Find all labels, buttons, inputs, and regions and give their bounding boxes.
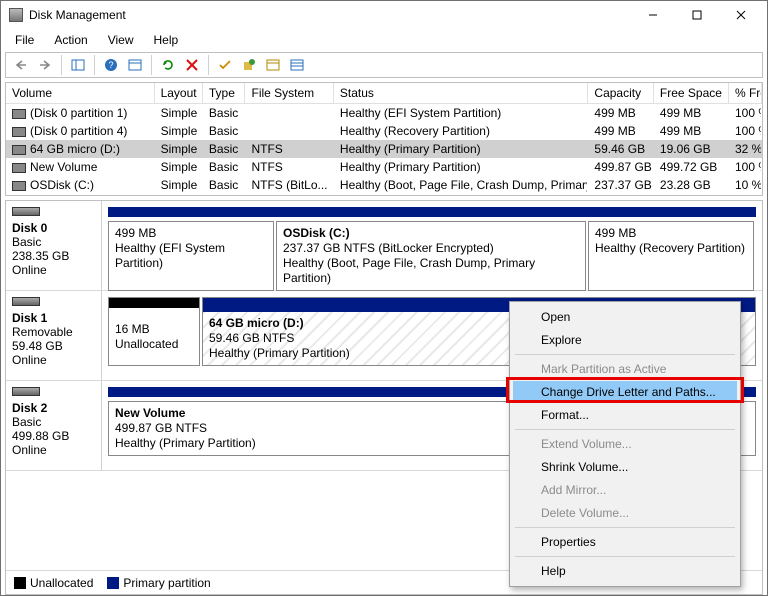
volume-row[interactable]: (Disk 0 partition 4)SimpleBasicHealthy (… xyxy=(6,122,762,140)
disk-state: Online xyxy=(12,443,47,457)
ctx-sep xyxy=(515,429,735,430)
help-icon[interactable]: ? xyxy=(100,54,122,76)
svg-text:?: ? xyxy=(108,60,113,70)
refresh-icon[interactable] xyxy=(157,54,179,76)
settings-icon[interactable] xyxy=(124,54,146,76)
menu-file[interactable]: File xyxy=(7,31,42,49)
volume-icon xyxy=(12,163,26,173)
col-volume[interactable]: Volume xyxy=(6,83,155,103)
toolbar-sep xyxy=(61,55,62,75)
ctx-mark-active: Mark Partition as Active xyxy=(513,358,737,380)
delete-icon[interactable] xyxy=(181,54,203,76)
volume-icon xyxy=(12,127,26,137)
volume-row[interactable]: (Disk 0 partition 1)SimpleBasicHealthy (… xyxy=(6,104,762,122)
action-icon[interactable] xyxy=(262,54,284,76)
volume-list[interactable]: Volume Layout Type File System Status Ca… xyxy=(5,82,763,196)
legend-primary: Primary partition xyxy=(107,576,210,590)
back-button[interactable] xyxy=(10,54,32,76)
forward-button[interactable] xyxy=(34,54,56,76)
ctx-sep xyxy=(515,556,735,557)
disk-kind: Basic xyxy=(12,235,41,249)
titlebar: Disk Management xyxy=(1,1,767,29)
disk0-band xyxy=(108,207,756,217)
disk-management-window: Disk Management File Action View Help ? … xyxy=(0,0,768,596)
disk0-part-recovery[interactable]: 499 MBHealthy (Recovery Partition) xyxy=(588,221,754,291)
disk0-partitions: 499 MBHealthy (EFI System Partition) OSD… xyxy=(102,201,762,290)
close-button[interactable] xyxy=(719,2,763,28)
disk-size: 499.88 GB xyxy=(12,429,69,443)
ctx-properties[interactable]: Properties xyxy=(513,531,737,553)
volume-row[interactable]: OSDisk (C:)SimpleBasicNTFS (BitLo...Heal… xyxy=(6,176,762,194)
col-status[interactable]: Status xyxy=(334,83,589,103)
disk-icon xyxy=(12,297,40,306)
disk-row-0: Disk 0 Basic 238.35 GB Online 499 MBHeal… xyxy=(6,201,762,291)
disk-header-0[interactable]: Disk 0 Basic 238.35 GB Online xyxy=(6,201,102,290)
window-app-icon xyxy=(9,8,23,22)
window-title: Disk Management xyxy=(29,8,631,22)
disk-icon xyxy=(12,207,40,216)
volume-icon xyxy=(12,181,26,191)
col-free[interactable]: Free Space xyxy=(654,83,729,103)
ctx-delete-volume: Delete Volume... xyxy=(513,502,737,524)
disk0-part-efi[interactable]: 499 MBHealthy (EFI System Partition) xyxy=(108,221,274,291)
disk1-part-unallocated[interactable]: 16 MBUnallocated xyxy=(108,297,200,366)
toolbar-sep xyxy=(151,55,152,75)
show-hide-console-icon[interactable] xyxy=(67,54,89,76)
menu-view[interactable]: View xyxy=(100,31,142,49)
check-icon[interactable] xyxy=(214,54,236,76)
rescan-icon[interactable] xyxy=(238,54,260,76)
ctx-sep xyxy=(515,527,735,528)
col-type[interactable]: Type xyxy=(203,83,246,103)
disk-size: 238.35 GB xyxy=(12,249,69,263)
ctx-sep xyxy=(515,354,735,355)
col-fs[interactable]: File System xyxy=(245,83,333,103)
disk-icon xyxy=(12,387,40,396)
ctx-shrink-volume[interactable]: Shrink Volume... xyxy=(513,456,737,478)
menu-action[interactable]: Action xyxy=(46,31,95,49)
menubar: File Action View Help xyxy=(1,29,767,50)
col-pctfree[interactable]: % Free xyxy=(729,83,762,103)
disk-name: Disk 2 xyxy=(12,401,47,415)
ctx-add-mirror: Add Mirror... xyxy=(513,479,737,501)
disk-header-2[interactable]: Disk 2 Basic 499.88 GB Online xyxy=(6,381,102,470)
column-headers[interactable]: Volume Layout Type File System Status Ca… xyxy=(6,83,762,104)
ctx-change-drive-letter[interactable]: Change Drive Letter and Paths... xyxy=(513,381,737,403)
legend-unallocated: Unallocated xyxy=(14,576,93,590)
disk-state: Online xyxy=(12,263,47,277)
ctx-explore[interactable]: Explore xyxy=(513,329,737,351)
volume-row[interactable]: 64 GB micro (D:)SimpleBasicNTFSHealthy (… xyxy=(6,140,762,158)
toolbar-sep xyxy=(94,55,95,75)
disk-name: Disk 0 xyxy=(12,221,47,235)
toolbar: ? xyxy=(5,52,763,78)
volume-icon xyxy=(12,109,26,119)
disk-size: 59.48 GB xyxy=(12,339,63,353)
volume-icon xyxy=(12,145,26,155)
volume-row[interactable]: New VolumeSimpleBasicNTFSHealthy (Primar… xyxy=(6,158,762,176)
col-capacity[interactable]: Capacity xyxy=(588,83,654,103)
list-icon[interactable] xyxy=(286,54,308,76)
ctx-help[interactable]: Help xyxy=(513,560,737,582)
minimize-button[interactable] xyxy=(631,2,675,28)
toolbar-sep xyxy=(208,55,209,75)
disk0-part-osdisk[interactable]: OSDisk (C:)237.37 GB NTFS (BitLocker Enc… xyxy=(276,221,586,291)
ctx-format[interactable]: Format... xyxy=(513,404,737,426)
disk-name: Disk 1 xyxy=(12,311,47,325)
col-layout[interactable]: Layout xyxy=(155,83,203,103)
ctx-extend-volume: Extend Volume... xyxy=(513,433,737,455)
context-menu: Open Explore Mark Partition as Active Ch… xyxy=(509,301,741,587)
disk-kind: Basic xyxy=(12,415,41,429)
disk-header-1[interactable]: Disk 1 Removable 59.48 GB Online xyxy=(6,291,102,380)
ctx-open[interactable]: Open xyxy=(513,306,737,328)
menu-help[interactable]: Help xyxy=(146,31,187,49)
disk-kind: Removable xyxy=(12,325,73,339)
maximize-button[interactable] xyxy=(675,2,719,28)
disk-state: Online xyxy=(12,353,47,367)
